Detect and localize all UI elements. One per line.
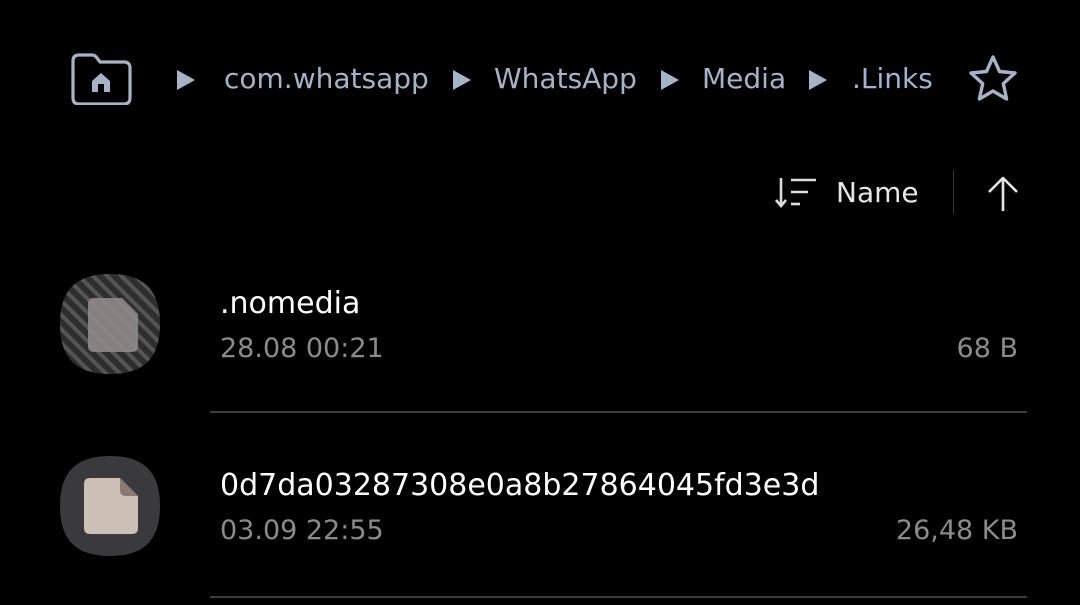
file-name: 0d7da03287308e0a8b27864045fd3e3d [220, 468, 820, 503]
file-name: .nomedia [220, 286, 361, 321]
arrow-up-icon [988, 176, 1018, 211]
file-date: 28.08 00:21 [220, 333, 384, 364]
row-divider [210, 411, 1027, 413]
chevron-right-icon [453, 70, 471, 90]
file-size: 26,48 KB [895, 515, 1018, 546]
list-item[interactable]: 0d7da03287308e0a8b27864045fd3e3d 03.09 2… [0, 446, 1080, 605]
folder-home-icon [71, 53, 132, 105]
chevron-right-icon [809, 70, 827, 90]
sort-by-label[interactable]: Name [836, 173, 919, 213]
file-size: 68 B [956, 333, 1018, 364]
star-outline-icon [969, 55, 1017, 101]
file-icon [58, 454, 162, 558]
list-item[interactable]: .nomedia 28.08 00:21 68 B [0, 264, 1080, 448]
breadcrumb-item-links[interactable]: .Links [852, 60, 933, 98]
breadcrumb-item-com-whatsapp[interactable]: com.whatsapp [224, 60, 429, 98]
file-browser-screen: com.whatsapp WhatsApp Media .Links Name [0, 0, 1080, 605]
breadcrumb-item-media[interactable]: Media [702, 60, 786, 98]
breadcrumb: com.whatsapp WhatsApp Media .Links [0, 48, 1080, 110]
file-date: 03.09 22:55 [220, 515, 384, 546]
sort-divider [953, 170, 954, 214]
sort-lines-icon[interactable] [774, 174, 818, 212]
home-button[interactable] [68, 51, 134, 105]
favorite-button[interactable] [966, 52, 1020, 106]
chevron-right-icon [177, 70, 195, 90]
sort-bar: Name [0, 164, 1080, 222]
sort-direction-button[interactable] [982, 172, 1024, 214]
chevron-right-icon [661, 70, 679, 90]
breadcrumb-item-whatsapp[interactable]: WhatsApp [494, 60, 637, 98]
hidden-file-icon [58, 272, 162, 376]
row-divider [210, 596, 1027, 598]
